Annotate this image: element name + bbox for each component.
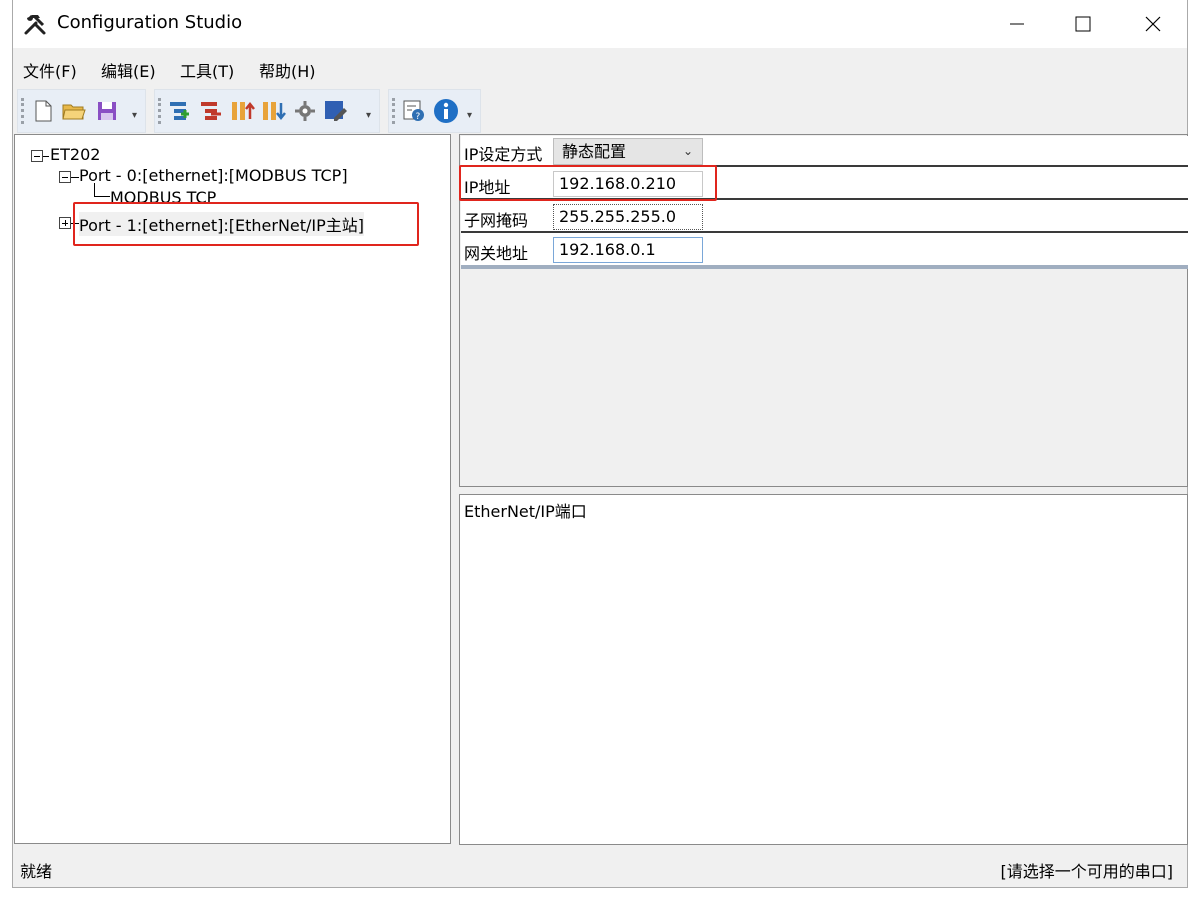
tree-connector [94,196,110,197]
add-node-icon[interactable] [167,98,193,124]
save-icon[interactable] [94,98,120,124]
status-bar: 就绪 [请选择一个可用的串口] [13,850,1187,886]
status-ready: 就绪 [20,862,53,881]
collapse-icon[interactable] [59,171,71,183]
property-grid: IP设定方式 静态配置 ⌄ IP地址 192.168.0.210 子网掩码 25… [461,136,1188,269]
description-panel: EtherNet/IP端口 [459,494,1188,845]
svg-text:?: ? [416,112,421,122]
property-row-mode: IP设定方式 静态配置 ⌄ [461,136,1188,167]
edit-icon[interactable] [323,98,349,124]
property-row-gateway: 网关地址 192.168.0.1 [461,235,1188,266]
toolbar-file: ▾ [17,89,146,133]
new-file-icon[interactable] [30,98,56,124]
toolbar-grip[interactable] [158,98,161,124]
property-row-mask: 子网掩码 255.255.255.0 [461,202,1188,233]
description-text: EtherNet/IP端口 [464,502,587,521]
close-icon [1145,16,1161,32]
open-folder-icon[interactable] [61,98,87,124]
expand-icon[interactable] [59,217,71,229]
maximize-button[interactable] [1048,0,1118,48]
collapse-icon[interactable] [31,150,43,162]
tree-root-et202[interactable]: ET202 [50,145,100,164]
window-title: Configuration Studio [57,12,243,33]
toolbar-overflow-icon[interactable]: ▾ [366,110,371,121]
title-bar[interactable]: Configuration Studio [13,0,1187,48]
status-port-hint: [请选择一个可用的串口] [1000,862,1174,881]
property-label: 子网掩码 [464,211,529,230]
app-window: Configuration Studio 文件(F) 编辑(E) 工具(T) 帮… [12,0,1188,888]
tree-connector [43,156,49,157]
upload-icon[interactable] [230,98,256,124]
info-icon[interactable] [433,98,459,124]
grid-divider [461,265,1188,269]
highlight-box-port-1 [73,202,419,246]
download-icon[interactable] [261,98,287,124]
menu-edit[interactable]: 编辑(E) [101,58,156,82]
minimize-button[interactable] [982,0,1052,48]
property-label: IP设定方式 [464,145,543,164]
chevron-down-icon: ⌄ [682,144,693,158]
toolbar-overflow-icon[interactable]: ▾ [132,110,137,121]
tree-connector [71,177,79,178]
close-button[interactable] [1118,0,1188,48]
help-doc-icon[interactable]: ? [401,98,427,124]
tree-connector [94,183,95,196]
ip-mode-select[interactable]: 静态配置 ⌄ [553,138,703,165]
subnet-mask-field[interactable]: 255.255.255.0 [553,204,703,230]
tree-port-0[interactable]: Port - 0:[ethernet]:[MODBUS TCP] [79,166,348,185]
toolbar-grip[interactable] [392,98,395,124]
maximize-icon [1075,16,1091,32]
tools-icon [23,12,47,36]
remove-node-icon[interactable] [198,98,224,124]
minimize-icon [1010,23,1024,25]
toolbar-help: ? ▾ [388,89,481,133]
toolbar-config: ▾ [154,89,380,133]
ip-mode-value: 静态配置 [562,142,627,161]
menu-file[interactable]: 文件(F) [23,58,77,82]
toolbar-grip[interactable] [21,98,24,124]
settings-gear-icon[interactable] [292,98,318,124]
highlight-box-ip-address [459,165,717,201]
menu-bar: 文件(F) 编辑(E) 工具(T) 帮助(H) [13,52,1187,84]
gateway-field[interactable]: 192.168.0.1 [553,237,703,263]
menu-tools[interactable]: 工具(T) [180,58,234,82]
menu-help[interactable]: 帮助(H) [259,58,316,82]
toolbar-overflow-icon[interactable]: ▾ [467,110,472,121]
property-label: 网关地址 [464,244,529,263]
